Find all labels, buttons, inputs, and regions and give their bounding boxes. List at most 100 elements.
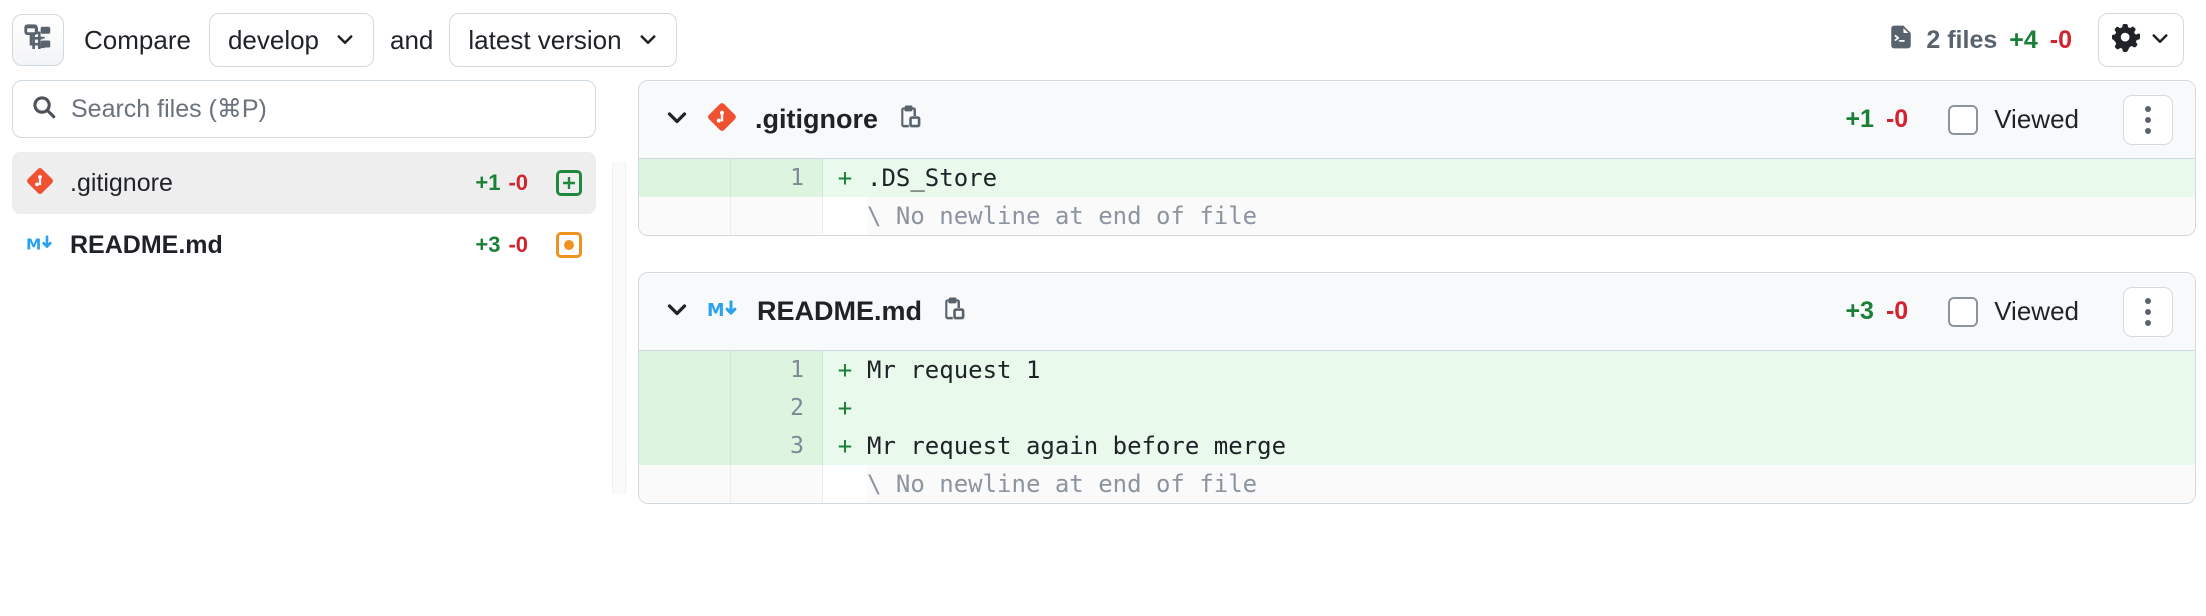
kebab-menu-icon — [2145, 297, 2151, 304]
viewed-label: Viewed — [1994, 296, 2079, 326]
new-line-number: 1 — [731, 351, 823, 389]
target-ref-select[interactable]: latest version — [449, 13, 677, 67]
sidebar-file-name: .gitignore — [70, 168, 173, 197]
kebab-menu-icon — [2145, 308, 2151, 315]
sidebar-file-stats: +1 -0 — [475, 170, 528, 196]
compare-label: Compare — [84, 24, 191, 55]
search-input[interactable] — [71, 94, 577, 124]
kebab-menu-icon — [2145, 127, 2151, 134]
diff-sign: + — [823, 427, 867, 465]
chevron-down-icon — [335, 25, 355, 56]
target-ref-label: latest version — [468, 24, 622, 55]
old-line-number — [639, 159, 731, 197]
source-ref-select[interactable]: develop — [208, 13, 375, 67]
search-files-box[interactable] — [12, 80, 596, 138]
copy-icon[interactable] — [940, 295, 968, 328]
diff-card-header: M README.md +3 -0 Viewed — [639, 273, 2195, 351]
diff-file-title: .gitignore — [755, 104, 878, 134]
new-line-number: 1 — [731, 159, 823, 197]
viewed-toggle[interactable]: Viewed — [1948, 104, 2079, 135]
sidebar-file-readme[interactable]: M README.md +3 -0 — [12, 214, 596, 276]
and-label: and — [390, 24, 434, 55]
svg-text:M: M — [707, 301, 725, 321]
diff-card-stats: +1 -0 — [1845, 105, 1908, 134]
diff-line[interactable]: 1 + .DS_Store — [639, 159, 2195, 197]
markdown-file-icon: M — [26, 229, 54, 262]
diff-sign: + — [823, 159, 867, 197]
kebab-menu-icon — [2145, 319, 2151, 326]
viewed-toggle[interactable]: Viewed — [1948, 296, 2079, 327]
sidebar-file-name: README.md — [70, 230, 223, 259]
diff-code: Mr request 1 — [867, 351, 2195, 389]
diff-summary: 2 files +4 -0 — [1888, 24, 2072, 57]
copy-icon[interactable] — [896, 103, 924, 136]
kebab-menu-icon — [2145, 116, 2151, 123]
search-icon — [31, 94, 57, 125]
compare-body: .gitignore +1 -0 M README.md +3 -0 — [0, 80, 2206, 616]
sidebar-file-deletions: -0 — [508, 170, 528, 195]
diff-sign: + — [823, 351, 867, 389]
viewed-checkbox[interactable] — [1948, 104, 1979, 135]
gear-icon — [2111, 23, 2141, 57]
source-ref-label: develop — [227, 24, 320, 55]
diff-card-additions: +3 — [1845, 297, 1874, 325]
no-newline-note: \ No newline at end of file — [867, 465, 2195, 503]
diff-line[interactable]: 3 + Mr request again before merge — [639, 427, 2195, 465]
file-tree-sidebar: .gitignore +1 -0 M README.md +3 -0 — [0, 80, 626, 616]
old-line-number — [639, 427, 731, 465]
chevron-down-icon — [638, 25, 658, 56]
diff-line[interactable]: 1 + Mr request 1 — [639, 351, 2195, 389]
markdown-file-icon: M — [707, 294, 739, 329]
sidebar-file-stats: +3 -0 — [475, 232, 528, 258]
diff-card-readme: M README.md +3 -0 Viewed 1 + Mr request … — [638, 272, 2196, 504]
diff-list: .gitignore +1 -0 Viewed 1 + .DS_Store \ … — [608, 80, 2206, 616]
new-line-number: 3 — [731, 427, 823, 465]
sidebar-file-gitignore[interactable]: .gitignore +1 -0 — [12, 152, 596, 214]
no-newline-note: \ No newline at end of file — [867, 197, 2195, 235]
sidebar-scrollbar[interactable] — [612, 162, 626, 494]
old-line-number — [639, 465, 731, 503]
new-line-number — [731, 465, 823, 503]
diff-code — [867, 389, 2195, 427]
git-file-icon — [707, 102, 737, 137]
diff-settings-button[interactable] — [2098, 13, 2184, 67]
sidebar-file-additions: +3 — [475, 232, 501, 257]
viewed-label: Viewed — [1994, 104, 2079, 134]
diff-card-menu-button[interactable] — [2123, 286, 2173, 337]
new-line-number: 2 — [731, 389, 823, 427]
old-line-number — [639, 351, 731, 389]
file-modified-icon — [556, 232, 582, 258]
new-line-number — [731, 197, 823, 235]
old-line-number — [639, 389, 731, 427]
diff-card-menu-button[interactable] — [2123, 94, 2173, 145]
diff-sign — [823, 197, 867, 235]
chevron-down-icon — [2150, 28, 2170, 53]
diff-line[interactable]: 2 + — [639, 389, 2195, 427]
total-deletions: -0 — [2049, 25, 2072, 54]
git-file-icon — [26, 167, 54, 200]
file-added-icon — [556, 170, 582, 196]
diff-line-note: \ No newline at end of file — [639, 465, 2195, 503]
file-tree-icon — [24, 23, 52, 57]
file-diff-icon — [1888, 24, 1914, 57]
diff-code: Mr request again before merge — [867, 427, 2195, 465]
diff-card-deletions: -0 — [1885, 105, 1909, 133]
diff-sign: + — [823, 389, 867, 427]
file-tree-toggle-button[interactable] — [12, 14, 64, 66]
chevron-down-icon[interactable] — [665, 105, 689, 134]
viewed-checkbox[interactable] — [1948, 296, 1979, 327]
diff-line-note: \ No newline at end of file — [639, 197, 2195, 235]
sidebar-file-additions: +1 — [475, 170, 501, 195]
kebab-menu-icon — [2145, 105, 2151, 112]
diff-card-stats: +3 -0 — [1845, 297, 1908, 326]
old-line-number — [639, 197, 731, 235]
diff-card-gitignore: .gitignore +1 -0 Viewed 1 + .DS_Store \ … — [638, 80, 2196, 236]
diff-card-header: .gitignore +1 -0 Viewed — [639, 81, 2195, 159]
chevron-down-icon[interactable] — [665, 297, 689, 326]
total-additions: +4 — [2009, 25, 2038, 54]
diff-sign — [823, 465, 867, 503]
diff-card-deletions: -0 — [1885, 297, 1909, 325]
sidebar-file-deletions: -0 — [508, 232, 528, 257]
diff-file-title: README.md — [757, 296, 923, 326]
files-count-label: 2 files — [1926, 25, 1998, 54]
